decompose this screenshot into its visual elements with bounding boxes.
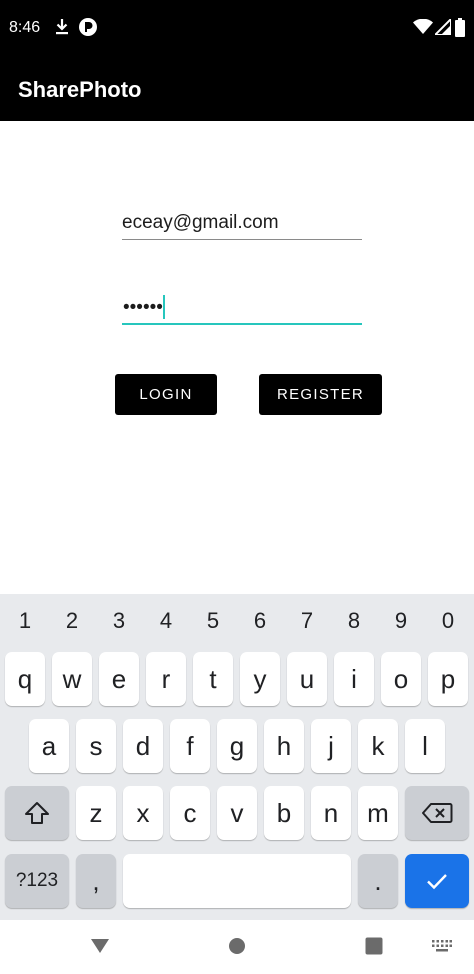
- checkmark-icon: [427, 874, 447, 890]
- app-bar: SharePhoto: [0, 58, 474, 121]
- key-e[interactable]: e: [99, 652, 139, 706]
- key-n[interactable]: n: [311, 786, 351, 840]
- key-j[interactable]: j: [311, 719, 351, 773]
- key-u[interactable]: u: [287, 652, 327, 706]
- space-key[interactable]: [123, 854, 351, 908]
- backspace-icon: [422, 803, 453, 823]
- status-bar: 8:46: [0, 0, 474, 58]
- key-c[interactable]: c: [170, 786, 210, 840]
- key-r[interactable]: r: [146, 652, 186, 706]
- shift-key[interactable]: [5, 786, 69, 840]
- email-input-value: eceay@gmail.com: [122, 212, 279, 233]
- key-x[interactable]: x: [123, 786, 163, 840]
- signal-icon: [435, 19, 451, 35]
- comma-key[interactable]: ,: [76, 854, 116, 908]
- wifi-icon: [413, 19, 433, 34]
- key-v[interactable]: v: [217, 786, 257, 840]
- key-l[interactable]: l: [405, 719, 445, 773]
- keyboard-switch-icon[interactable]: [432, 940, 452, 952]
- key-1[interactable]: 1: [5, 608, 45, 634]
- key-f[interactable]: f: [170, 719, 210, 773]
- key-a[interactable]: a: [29, 719, 69, 773]
- navigation-bar: [0, 920, 474, 974]
- key-w[interactable]: w: [52, 652, 92, 706]
- app-notification-icon: [79, 18, 97, 36]
- key-m[interactable]: m: [358, 786, 398, 840]
- key-3[interactable]: 3: [99, 608, 139, 634]
- key-4[interactable]: 4: [146, 608, 186, 634]
- key-7[interactable]: 7: [287, 608, 327, 634]
- download-icon: [56, 19, 68, 35]
- key-6[interactable]: 6: [240, 608, 280, 634]
- key-o[interactable]: o: [381, 652, 421, 706]
- text-caret: [163, 295, 165, 319]
- nav-home-icon[interactable]: [228, 937, 246, 955]
- key-s[interactable]: s: [76, 719, 116, 773]
- app-title: SharePhoto: [18, 77, 142, 102]
- key-p[interactable]: p: [428, 652, 468, 706]
- key-k[interactable]: k: [358, 719, 398, 773]
- register-button[interactable]: REGISTER: [259, 374, 382, 415]
- shift-icon: [25, 802, 49, 824]
- soft-keyboard: 1 2 3 4 5 6 7 8 9 0 q w e r t y u i o p …: [0, 594, 474, 920]
- key-9[interactable]: 9: [381, 608, 421, 634]
- key-5[interactable]: 5: [193, 608, 233, 634]
- key-z[interactable]: z: [76, 786, 116, 840]
- status-time: 8:46: [9, 19, 41, 36]
- nav-recents-icon[interactable]: [365, 937, 383, 955]
- key-b[interactable]: b: [264, 786, 304, 840]
- key-g[interactable]: g: [217, 719, 257, 773]
- key-0[interactable]: 0: [428, 608, 468, 634]
- nav-back-icon[interactable]: [90, 938, 110, 954]
- key-i[interactable]: i: [334, 652, 374, 706]
- symbols-key[interactable]: ?123: [5, 854, 69, 908]
- password-input-mask: ••••••: [123, 297, 163, 318]
- key-2[interactable]: 2: [52, 608, 92, 634]
- key-h[interactable]: h: [264, 719, 304, 773]
- key-d[interactable]: d: [123, 719, 163, 773]
- email-input[interactable]: eceay@gmail.com: [122, 208, 362, 240]
- key-8[interactable]: 8: [334, 608, 374, 634]
- backspace-key[interactable]: [405, 786, 469, 840]
- enter-key[interactable]: [405, 854, 469, 908]
- key-y[interactable]: y: [240, 652, 280, 706]
- key-q[interactable]: q: [5, 652, 45, 706]
- key-t[interactable]: t: [193, 652, 233, 706]
- password-input[interactable]: ••••••: [122, 292, 362, 325]
- period-key[interactable]: .: [358, 854, 398, 908]
- login-button[interactable]: LOGIN: [115, 374, 217, 415]
- battery-icon: [455, 18, 465, 37]
